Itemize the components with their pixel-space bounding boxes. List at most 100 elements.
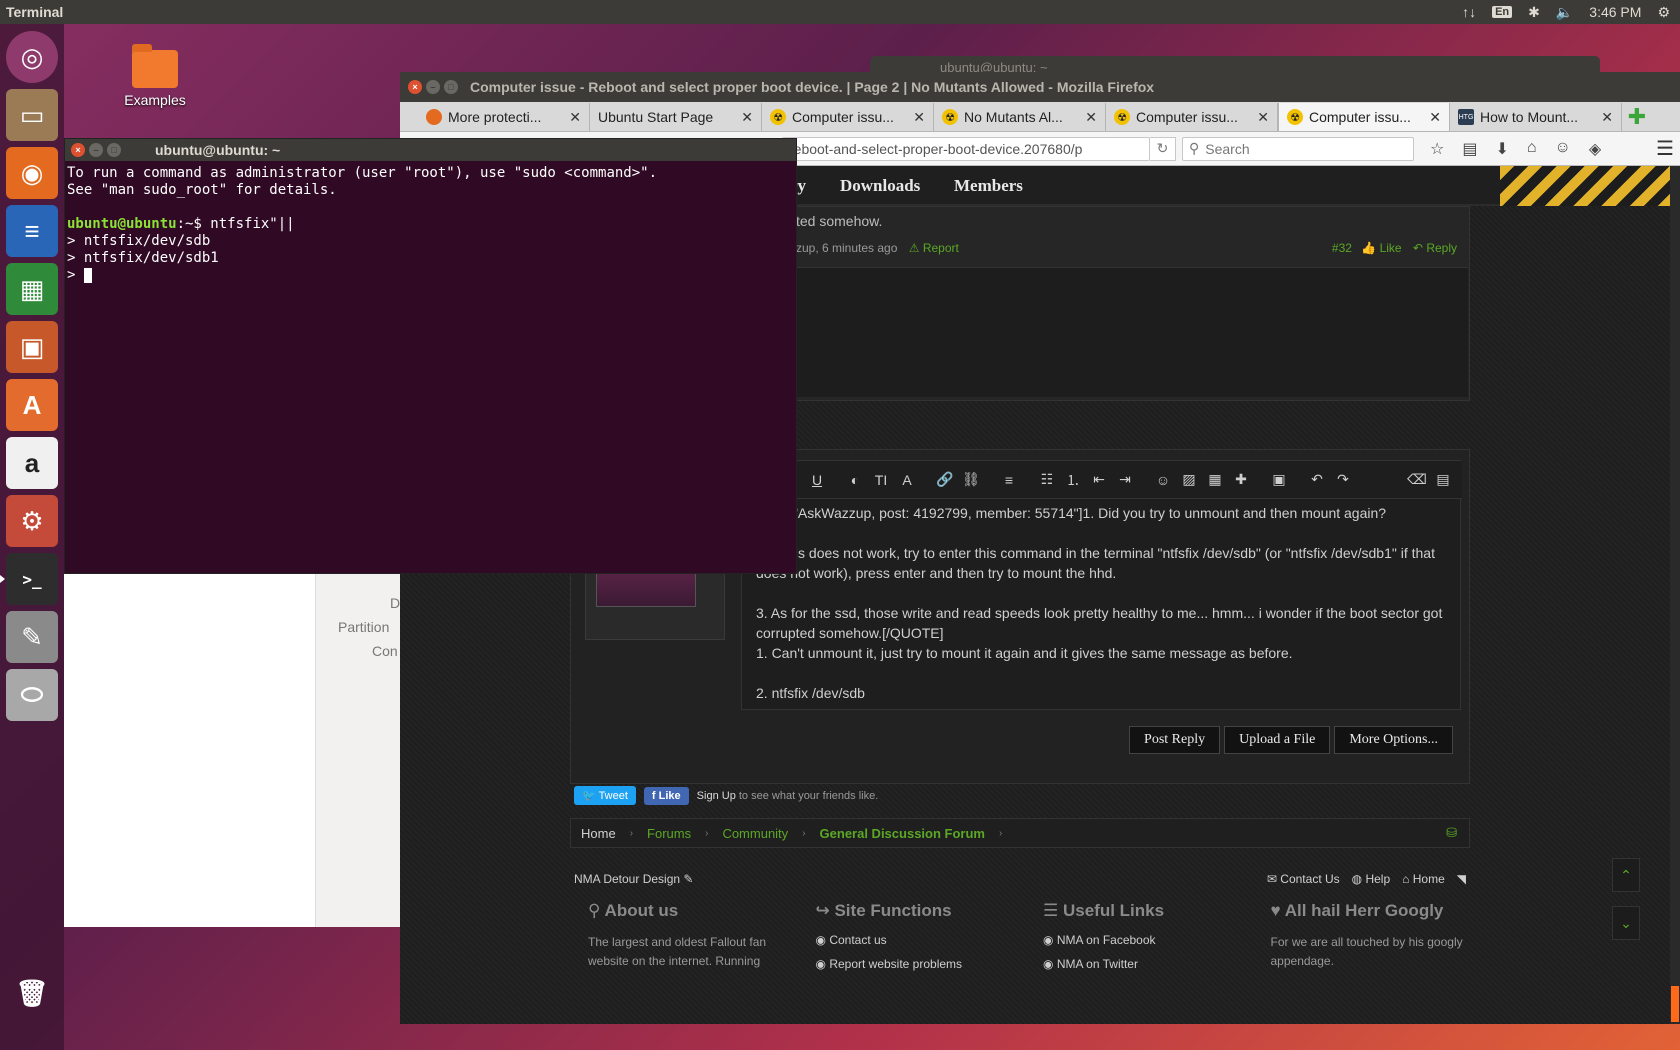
post-reply-button[interactable]: Post Reply — [1129, 726, 1221, 754]
tab-more-protection[interactable]: More protecti... ✕ — [418, 103, 590, 131]
font-icon[interactable]: A — [896, 468, 918, 492]
post-number[interactable]: #32 — [1332, 241, 1352, 255]
tab-computer-issue-active[interactable]: ☢ Computer issu... ✕ — [1278, 103, 1450, 131]
tab-close-icon[interactable]: ✕ — [1429, 109, 1441, 126]
footer-facebook-link[interactable]: ◉ NMA on Facebook — [1043, 933, 1253, 947]
desktop-examples[interactable]: Examples — [115, 44, 195, 108]
disks-icon[interactable]: ⬭ — [6, 669, 58, 721]
bluetooth-icon[interactable]: ✱ — [1528, 4, 1540, 21]
reply-editor[interactable]: I U ◐ TI A 🔗 ⛓ ≡ ☷ ⒈ ⇤ — [741, 460, 1462, 710]
media-icon[interactable]: ▦ — [1204, 468, 1226, 492]
downloads-icon[interactable]: ⬇ — [1495, 139, 1508, 159]
amazon-icon[interactable]: a — [6, 437, 58, 489]
writer-icon[interactable]: ≡ — [6, 205, 58, 257]
close-icon[interactable]: × — [408, 80, 422, 94]
tweet-button[interactable]: 🐦 Tweet — [574, 786, 636, 805]
tab-no-mutants-allowed[interactable]: ☢ No Mutants Al... ✕ — [934, 103, 1106, 131]
files-icon[interactable]: ▭ — [6, 89, 58, 141]
outdent-icon[interactable]: ⇤ — [1088, 468, 1110, 492]
footer-help-link[interactable]: ◍ Help — [1352, 872, 1391, 886]
disks-window[interactable]: D Partition Con — [64, 540, 400, 927]
upload-file-button[interactable]: Upload a File — [1224, 726, 1331, 754]
tab-ubuntu-start-page[interactable]: Ubuntu Start Page ✕ — [590, 103, 762, 131]
tab-computer-issue-1[interactable]: ☢ Computer issu... ✕ — [762, 103, 934, 131]
page-scrollbar[interactable] — [1670, 166, 1680, 1024]
scroll-up-icon[interactable]: ⌃ — [1612, 858, 1640, 892]
smiley-icon[interactable]: ☺ — [1152, 468, 1174, 492]
chat-icon[interactable]: ☺ — [1555, 139, 1571, 159]
rss-icon[interactable]: ◥ — [1457, 872, 1466, 886]
tab-close-icon[interactable]: ✕ — [913, 109, 925, 126]
reply-link[interactable]: ↶ Reply — [1413, 241, 1457, 255]
tab-close-icon[interactable]: ✕ — [1257, 109, 1269, 126]
signup-link[interactable]: Sign Up — [697, 790, 736, 802]
tab-how-to-mount[interactable]: HTG How to Mount... ✕ — [1450, 103, 1622, 131]
insert-icon[interactable]: ✚ — [1230, 468, 1252, 492]
nav-link-downloads[interactable]: Downloads — [840, 176, 920, 196]
link-icon[interactable]: 🔗 — [934, 468, 956, 492]
numbered-list-icon[interactable]: ⒈ — [1062, 468, 1084, 492]
terminal-titlebar[interactable]: × – □ ubuntu@ubuntu: ~ — [65, 139, 796, 161]
menu-icon[interactable]: ☰ — [1656, 136, 1674, 161]
close-icon[interactable]: × — [71, 143, 85, 157]
tab-close-icon[interactable]: ✕ — [1085, 109, 1097, 126]
undo-icon[interactable]: ↶ — [1306, 468, 1328, 492]
source-mode-icon[interactable]: ▤ — [1432, 468, 1454, 492]
editor-text-area[interactable]: OTE="AskWazzup, post: 4192799, member: 5… — [756, 503, 1456, 723]
image-icon[interactable]: ▨ — [1178, 468, 1200, 492]
maximize-icon[interactable]: □ — [107, 143, 121, 157]
maximize-icon[interactable]: □ — [444, 80, 458, 94]
bullet-list-icon[interactable]: ☷ — [1036, 468, 1058, 492]
tab-close-icon[interactable]: ✕ — [741, 109, 753, 126]
sitemap-icon[interactable]: ⛁ — [1446, 825, 1457, 841]
breadcrumb-home[interactable]: Home — [581, 826, 616, 841]
breadcrumb-community[interactable]: Community — [722, 826, 788, 841]
search-input[interactable]: ⚲ Search — [1182, 136, 1414, 161]
footer-design-link[interactable]: NMA Detour Design ✎ — [574, 872, 693, 886]
indent-icon[interactable]: ⇥ — [1114, 468, 1136, 492]
system-gear-icon[interactable]: ⚙ — [1657, 4, 1670, 21]
ubuntu-dash-icon[interactable]: ◎ — [6, 31, 58, 83]
report-link[interactable]: ⚠ Report — [909, 241, 959, 255]
terminal-window[interactable]: × – □ ubuntu@ubuntu: ~ To run a command … — [64, 138, 797, 574]
footer-report-problems-link[interactable]: ◉ Report website problems — [816, 957, 1026, 971]
system-settings-icon[interactable]: ⚙ — [6, 495, 58, 547]
software-center-icon[interactable]: A — [6, 379, 58, 431]
tab-computer-issue-2[interactable]: ☢ Computer issu... ✕ — [1106, 103, 1278, 131]
remove-format-icon[interactable]: ⌫ — [1406, 468, 1428, 492]
bookmark-star-icon[interactable]: ☆ — [1430, 139, 1444, 159]
color-icon[interactable]: ◐ — [844, 468, 866, 492]
terminal-output[interactable]: To run a command as administrator (user … — [65, 161, 796, 288]
terminal-icon[interactable]: >_ — [0, 553, 58, 605]
keyboard-layout-indicator[interactable]: En — [1492, 6, 1513, 18]
like-link[interactable]: 👍 Like — [1361, 241, 1401, 255]
network-icon[interactable]: ↑↓ — [1462, 4, 1476, 20]
footer-home-link[interactable]: ⌂ Home — [1402, 872, 1445, 886]
reload-icon[interactable]: ↻ — [1150, 136, 1176, 161]
impress-icon[interactable]: ▣ — [6, 321, 58, 373]
nav-link-members[interactable]: Members — [954, 176, 1023, 196]
reading-list-icon[interactable]: ▤ — [1462, 139, 1477, 159]
tab-close-icon[interactable]: ✕ — [569, 109, 581, 126]
tools-icon[interactable]: ✎ — [6, 611, 58, 663]
more-options-button[interactable]: More Options... — [1334, 726, 1453, 754]
breadcrumb-forums[interactable]: Forums — [647, 826, 691, 841]
scrollbar-thumb[interactable] — [1671, 986, 1679, 1022]
unlink-icon[interactable]: ⛓ — [960, 468, 982, 492]
new-tab-button[interactable]: ✚ — [1622, 103, 1652, 131]
scroll-down-icon[interactable]: ⌄ — [1612, 906, 1640, 940]
terminal-input-line[interactable]: > — [67, 267, 794, 284]
home-icon[interactable]: ⌂ — [1527, 139, 1537, 159]
footer-twitter-link[interactable]: ◉ NMA on Twitter — [1043, 957, 1253, 971]
save-draft-icon[interactable]: ▣ — [1268, 468, 1290, 492]
firefox-titlebar[interactable]: × – □ Computer issue - Reboot and select… — [400, 72, 1680, 102]
redo-icon[interactable]: ↷ — [1332, 468, 1354, 492]
firefox-icon[interactable]: ◉ — [6, 147, 58, 199]
volume-icon[interactable]: 🔈 — [1556, 4, 1573, 21]
font-size-icon[interactable]: TI — [870, 468, 892, 492]
url-bar[interactable]: reboot-and-select-proper-boot-device.207… — [782, 136, 1150, 161]
minimize-icon[interactable]: – — [426, 80, 440, 94]
facebook-like-button[interactable]: f Like — [643, 786, 689, 805]
footer-contact-link[interactable]: ✉ Contact Us — [1267, 872, 1340, 886]
align-icon[interactable]: ≡ — [998, 468, 1020, 492]
